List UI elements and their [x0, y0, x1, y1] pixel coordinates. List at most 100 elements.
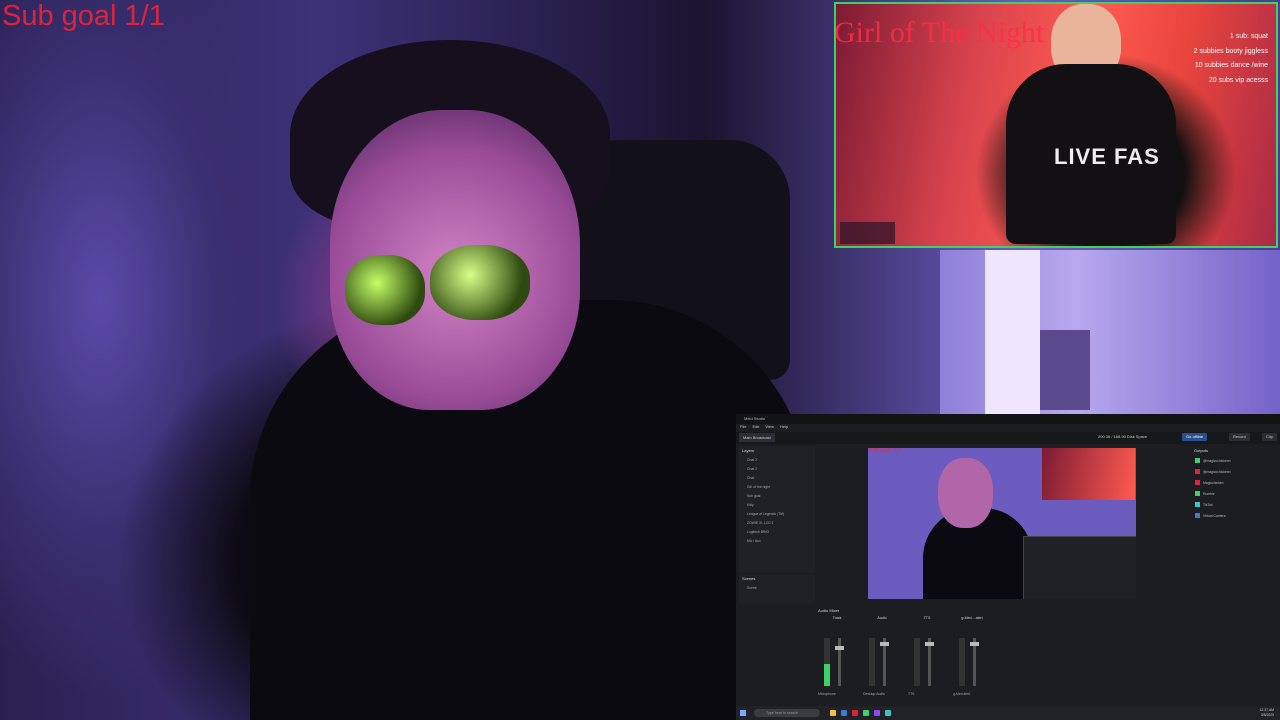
scene-preview[interactable]: Sub goal 1/1 [868, 448, 1136, 599]
twitch-icon[interactable] [874, 710, 880, 716]
taskbar-app-icons [830, 710, 891, 716]
app-icon[interactable] [863, 710, 869, 716]
fader-knob[interactable] [970, 642, 979, 646]
layer-item[interactable]: Chat [739, 473, 815, 482]
obs-stats-readout: 200.36 / 168.90 Disk Space [1098, 434, 1148, 439]
preview-sub-goal: Sub goal 1/1 [868, 448, 902, 454]
audio-mixer-title: Audio Mixer [818, 608, 840, 613]
layer-item[interactable]: Chat 2 [739, 464, 815, 473]
layer-item[interactable]: Chat 2 [739, 455, 815, 464]
output-item[interactable]: Virtual Camera [1191, 510, 1280, 521]
background-cloth [985, 250, 1040, 415]
menu-file[interactable]: File [740, 424, 746, 431]
channel-device[interactable]: Microphone [818, 692, 836, 696]
overlay-title: Girl of The Night [834, 16, 1045, 49]
overlay-goal: 10 subbies dance /wine [1194, 62, 1268, 69]
tab-main-broadcast[interactable]: Main Broadcast [739, 433, 775, 442]
menu-edit[interactable]: Edit [752, 424, 759, 431]
go-offline-button[interactable]: Go offline [1182, 433, 1208, 441]
channel-name: Audio [877, 616, 887, 620]
background-box [1040, 330, 1090, 410]
output-status-icon [1195, 513, 1200, 518]
layer-item[interactable]: Mic / Aux [739, 536, 815, 545]
output-item[interactable]: TikTok [1191, 499, 1280, 510]
layer-item[interactable]: Sub goal [739, 491, 815, 500]
overlay-stream-window: LIVE FAS Girl of The Night 1 sub: squat … [834, 2, 1278, 248]
layers-title: Layers [742, 448, 755, 453]
sunglasses-right-lens [430, 245, 530, 320]
overlay-chat-box [840, 222, 895, 244]
output-label: @magiccchickenn [1203, 469, 1231, 474]
fader-knob[interactable] [835, 646, 844, 650]
output-label: TikTok [1203, 502, 1213, 507]
fader-knob[interactable] [880, 642, 889, 646]
output-status-icon [1195, 469, 1200, 474]
sunglasses-left-lens [345, 255, 425, 325]
layer-item[interactable]: ZOWIE XL LCD 1 [739, 518, 815, 527]
output-label: Virtual Camera [1203, 513, 1226, 518]
volume-meter [824, 638, 830, 686]
preview-streamer-face [938, 458, 993, 528]
windows-taskbar: Type here to search 12:37 AM 3/8/2025 [736, 706, 1280, 720]
fader-knob[interactable] [925, 642, 934, 646]
output-label: @magiccchickenn [1203, 458, 1231, 463]
volume-meter [959, 638, 965, 686]
volume-meter-fill [824, 664, 830, 686]
output-status-icon [1195, 458, 1200, 463]
volume-fader[interactable] [925, 638, 934, 686]
menu-help[interactable]: Help [780, 424, 788, 431]
app-icon[interactable] [885, 710, 891, 716]
taskbar-clock[interactable]: 12:37 AM 3/8/2025 [1260, 708, 1274, 717]
overlay-goal: 1 sub: squat [1229, 33, 1268, 40]
channel-name: Track [832, 616, 842, 620]
obs-window: Meld Studio File Edit View Help Main Bro… [736, 414, 1280, 720]
edge-icon[interactable] [841, 710, 847, 716]
output-item[interactable]: @magiccchickenn [1191, 466, 1280, 477]
overlay-goal: 2 subbies booty jiggless [1193, 47, 1268, 55]
taskbar-search-input[interactable]: Type here to search [754, 709, 820, 717]
outputs-title: Outputs [1194, 448, 1209, 453]
output-status-icon [1195, 491, 1200, 496]
scenes-panel: Scenes Scene [739, 574, 815, 604]
volume-fader[interactable] [835, 638, 844, 686]
output-label: Magicchicken [1203, 480, 1224, 485]
layer-item[interactable]: Logitech BRIO [739, 527, 815, 536]
channel-device[interactable]: g-Med alert [953, 692, 970, 696]
mixer-channel: Audio Desktop Audio [863, 616, 901, 696]
output-item[interactable]: @magiccchickenn [1191, 455, 1280, 466]
overlay-goal-list: 1 sub: squat 2 subbies booty jiggless 10… [1194, 30, 1268, 88]
layers-panel: Layers Chat 2 Chat 2 Chat Girl of the ni… [739, 446, 815, 573]
obs-titlebar: Meld Studio [736, 414, 1280, 424]
record-button[interactable]: Record [1229, 433, 1250, 441]
obs-app-title: Meld Studio [744, 416, 766, 421]
output-status-icon [1195, 502, 1200, 507]
overlay-goal: 20 subs vip acesss [1208, 76, 1268, 84]
layer-item[interactable]: League of Legends (TM) [739, 509, 815, 518]
layer-item[interactable]: Girl of the night [739, 482, 815, 491]
obs-menu-bar: File Edit View Help [736, 424, 788, 431]
overlay-shirt-text: LIVE FAS [1054, 144, 1160, 169]
output-item[interactable]: Magicchicken [1191, 477, 1280, 488]
channel-name: g-Med... alert [961, 616, 983, 620]
output-item[interactable]: Rumble [1191, 488, 1280, 499]
mixer-channel: Track Microphone [818, 616, 856, 696]
file-explorer-icon[interactable] [830, 710, 836, 716]
channel-device[interactable]: TTS [908, 692, 914, 696]
scenes-title: Scenes [742, 576, 756, 581]
volume-fader[interactable] [970, 638, 979, 686]
preview-obs-window [1023, 536, 1136, 599]
clock-date: 3/8/2025 [1260, 712, 1274, 717]
scene-item[interactable]: Scene [739, 583, 815, 592]
output-status-icon [1195, 480, 1200, 485]
sub-goal-text: Sub goal 1/1 [2, 0, 165, 32]
clip-button[interactable]: Clip [1262, 433, 1277, 441]
windows-start-icon[interactable] [740, 710, 746, 716]
channel-device[interactable]: Desktop Audio [863, 692, 885, 696]
menu-view[interactable]: View [765, 424, 774, 431]
outputs-panel: Outputs @magiccchickenn @magiccchickenn … [1191, 446, 1280, 606]
volume-fader[interactable] [880, 638, 889, 686]
app-icon[interactable] [852, 710, 858, 716]
layer-item[interactable]: Kitty [739, 500, 815, 509]
preview-overlay-window [1042, 448, 1135, 500]
volume-meter [914, 638, 920, 686]
